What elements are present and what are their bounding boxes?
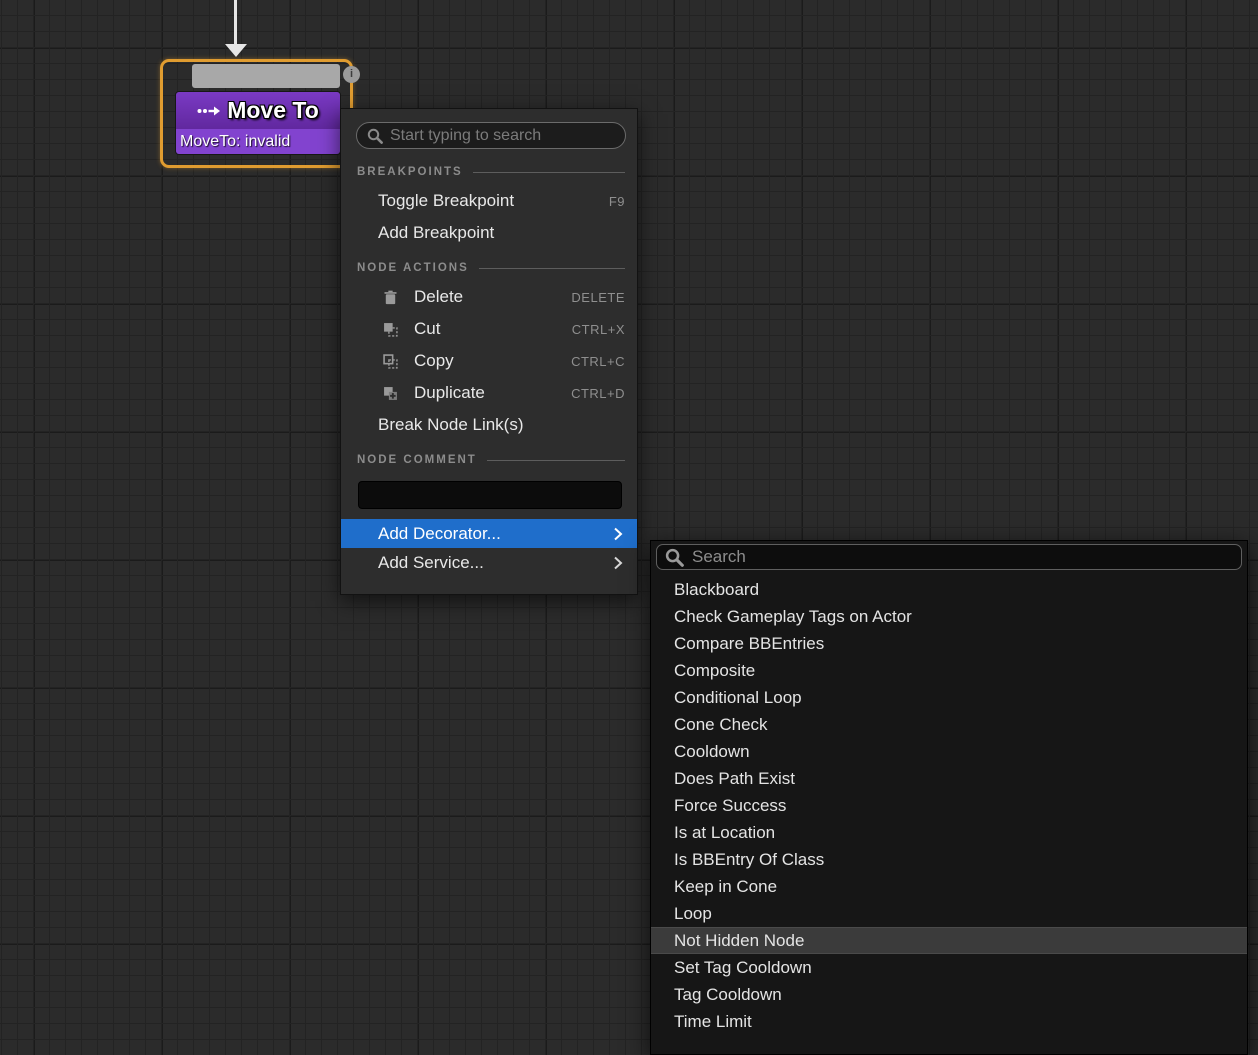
section-label: BREAKPOINTS (357, 166, 463, 178)
context-menu-search-input[interactable] (390, 127, 615, 145)
move-to-icon (197, 105, 221, 117)
node-context-menu: BREAKPOINTS Toggle Breakpoint F9 Add Bre… (340, 108, 638, 595)
behavior-tree-node-move-to[interactable]: Move To MoveTo: invalid (175, 91, 341, 155)
menu-item-shortcut: CTRL+D (571, 386, 625, 401)
menu-item-label: Duplicate (414, 383, 571, 403)
section-divider (487, 460, 625, 461)
decorator-item[interactable]: Time Limit (651, 1008, 1247, 1035)
menu-item-label: Cut (414, 319, 572, 339)
node-comment-bubble (192, 64, 340, 88)
section-label: NODE COMMENT (357, 454, 477, 466)
graph-canvas[interactable]: i Move To MoveTo: invalid BREAKPOINTS (0, 0, 1258, 1055)
section-header-node-comment: NODE COMMENT (341, 453, 637, 467)
node-comment-input-wrap (341, 473, 637, 519)
add-decorator-submenu: Blackboard Check Gameplay Tags on Actor … (650, 540, 1248, 1055)
node-subtitle-row: MoveTo: invalid (176, 129, 340, 155)
decorator-item[interactable]: Loop (651, 900, 1247, 927)
section-label: NODE ACTIONS (357, 262, 469, 274)
context-menu-search-box[interactable] (356, 122, 626, 149)
execution-wire-arrowhead (225, 44, 247, 57)
section-divider (479, 268, 625, 269)
node-info-icon[interactable]: i (343, 66, 360, 83)
decorator-item[interactable]: Compare BBEntries (651, 630, 1247, 657)
menu-item-label: Toggle Breakpoint (378, 191, 609, 211)
duplicate-icon (383, 385, 399, 401)
search-icon (367, 128, 383, 144)
menu-item-duplicate[interactable]: Duplicate CTRL+D (341, 377, 637, 409)
node-comment-input[interactable] (358, 481, 622, 509)
decorator-item[interactable]: Conditional Loop (651, 684, 1247, 711)
menu-item-shortcut: DELETE (571, 290, 625, 305)
decorator-item[interactable]: Cooldown (651, 738, 1247, 765)
menu-item-toggle-breakpoint[interactable]: Toggle Breakpoint F9 (341, 185, 637, 217)
section-header-node-actions: NODE ACTIONS (341, 261, 637, 275)
menu-item-break-node-links[interactable]: Break Node Link(s) (341, 409, 637, 441)
decorator-item[interactable]: Set Tag Cooldown (651, 954, 1247, 981)
menu-item-add-service[interactable]: Add Service... (341, 548, 637, 577)
menu-item-label: Add Breakpoint (378, 223, 625, 243)
node-subtitle: MoveTo: invalid (180, 133, 290, 151)
decorator-item[interactable]: Is at Location (651, 819, 1247, 846)
decorator-search-box[interactable] (656, 544, 1242, 570)
menu-item-label: Add Decorator... (378, 524, 613, 544)
chevron-right-icon (613, 556, 623, 570)
decorator-item[interactable]: Force Success (651, 792, 1247, 819)
menu-item-shortcut: F9 (609, 194, 625, 209)
cut-icon (383, 321, 399, 337)
menu-item-label: Add Service... (378, 553, 613, 573)
menu-item-shortcut: CTRL+C (571, 354, 625, 369)
section-header-breakpoints: BREAKPOINTS (341, 165, 637, 179)
node-header: Move To (176, 92, 340, 129)
decorator-item[interactable]: Check Gameplay Tags on Actor (651, 603, 1247, 630)
decorator-item[interactable]: Cone Check (651, 711, 1247, 738)
menu-item-label: Delete (414, 287, 571, 307)
menu-item-add-breakpoint[interactable]: Add Breakpoint (341, 217, 637, 249)
execution-wire (234, 0, 237, 44)
menu-item-add-decorator[interactable]: Add Decorator... (341, 519, 637, 548)
copy-icon (383, 353, 399, 369)
decorator-item[interactable]: Does Path Exist (651, 765, 1247, 792)
decorator-item-highlighted[interactable]: Not Hidden Node (651, 927, 1247, 954)
menu-item-shortcut: CTRL+X (572, 322, 625, 337)
decorator-item[interactable]: Blackboard (651, 576, 1247, 603)
decorator-item[interactable]: Keep in Cone (651, 873, 1247, 900)
decorator-search-input[interactable] (692, 547, 1233, 567)
menu-item-label: Break Node Link(s) (378, 415, 625, 435)
search-icon (665, 548, 684, 567)
menu-item-cut[interactable]: Cut CTRL+X (341, 313, 637, 345)
decorator-item[interactable]: Tag Cooldown (651, 981, 1247, 1008)
node-title: Move To (227, 97, 319, 124)
decorator-item[interactable]: Composite (651, 657, 1247, 684)
menu-item-delete[interactable]: Delete DELETE (341, 281, 637, 313)
menu-item-label: Copy (414, 351, 571, 371)
decorator-item[interactable]: Is BBEntry Of Class (651, 846, 1247, 873)
trash-icon (383, 289, 399, 305)
menu-item-copy[interactable]: Copy CTRL+C (341, 345, 637, 377)
section-divider (473, 172, 625, 173)
chevron-right-icon (613, 527, 623, 541)
